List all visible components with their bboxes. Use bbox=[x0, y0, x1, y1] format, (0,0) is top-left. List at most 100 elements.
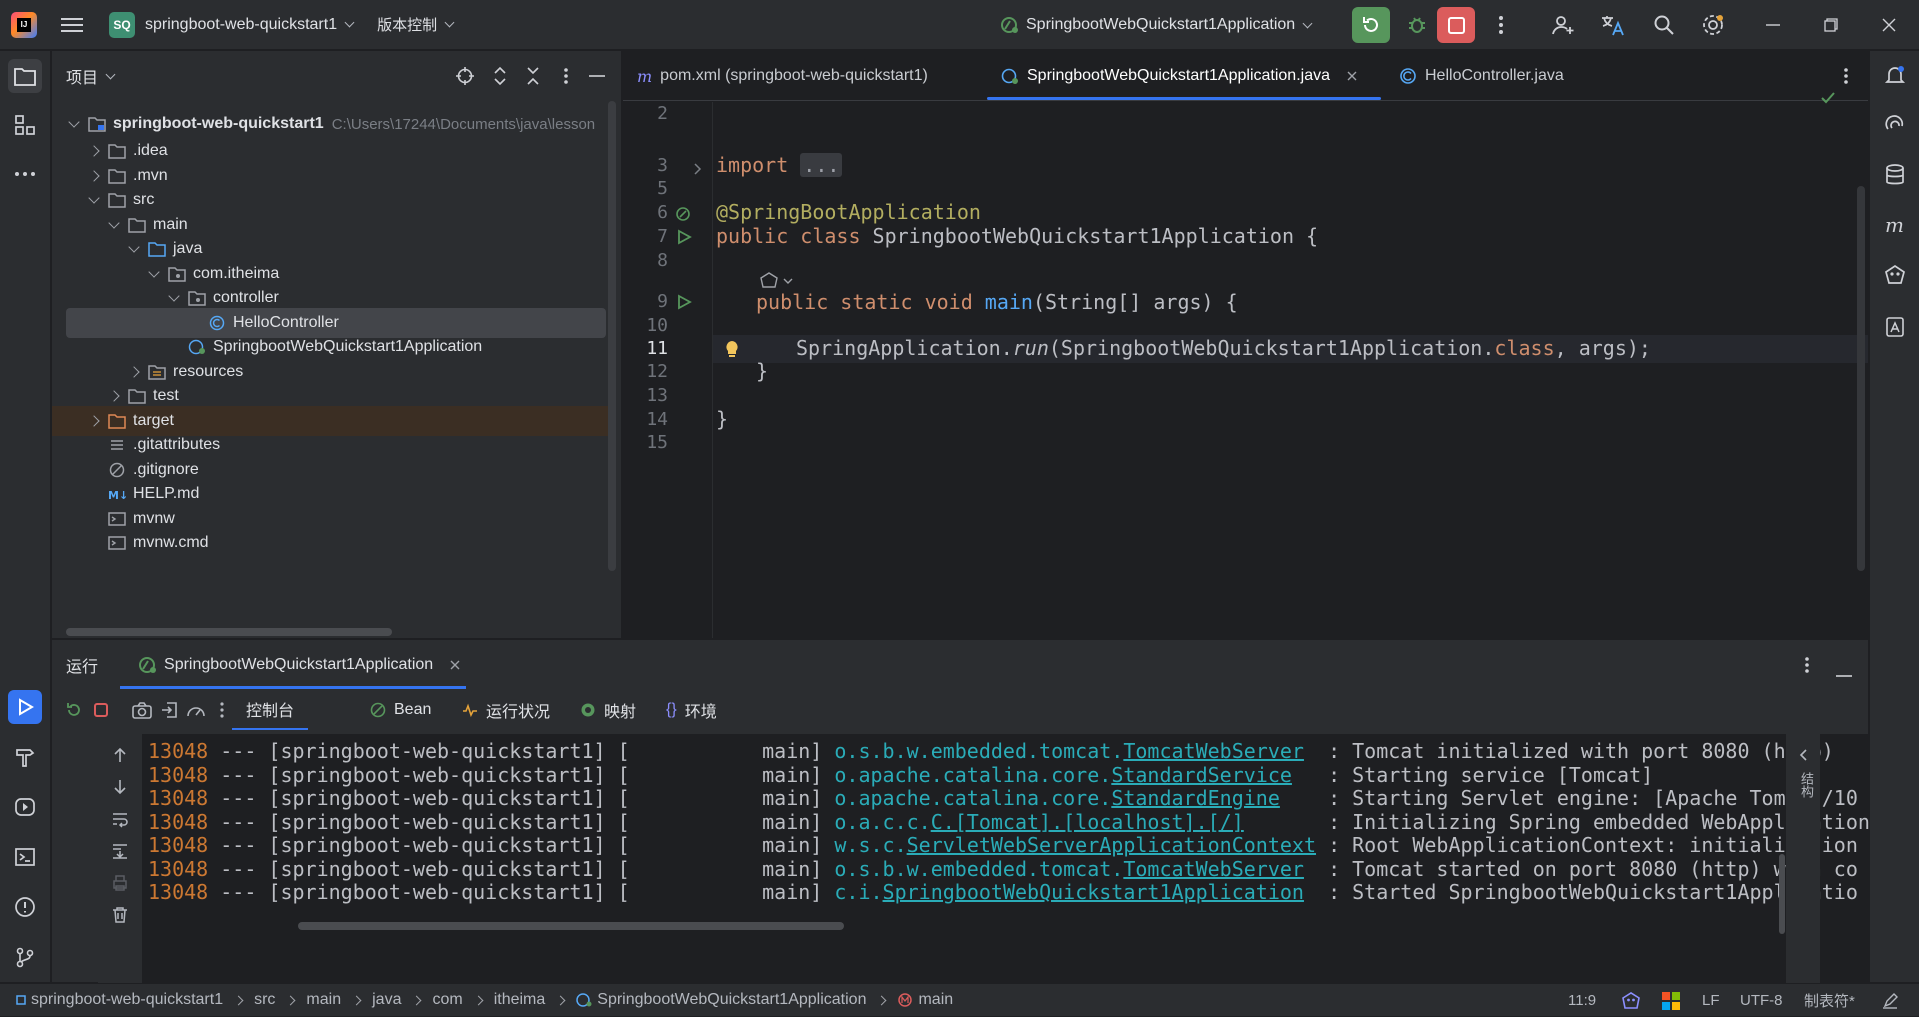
add-user-icon[interactable] bbox=[1550, 12, 1576, 38]
breadcrumb-item[interactable]: springboot-web-quickstart1 bbox=[16, 991, 223, 1009]
spring-bean-icon[interactable] bbox=[675, 206, 691, 222]
up-arrow-icon[interactable] bbox=[111, 746, 129, 764]
breadcrumb-item[interactable]: SpringbootWebQuickstart1Application bbox=[576, 991, 866, 1009]
print-icon[interactable] bbox=[111, 874, 129, 892]
down-arrow-icon[interactable] bbox=[111, 778, 129, 796]
close-tab-icon[interactable] bbox=[1346, 70, 1358, 82]
run-gutter-icon[interactable] bbox=[676, 229, 692, 245]
no-problems-check-icon[interactable] bbox=[1820, 91, 1836, 105]
tab-beans[interactable]: Bean bbox=[370, 690, 431, 730]
expand-all-icon[interactable] bbox=[489, 65, 511, 87]
run-gutter-icon[interactable] bbox=[676, 294, 692, 310]
close-tab-icon[interactable] bbox=[449, 659, 461, 671]
logger-class-link[interactable]: TomcatWebServer bbox=[1123, 857, 1304, 881]
structure-tool-button[interactable] bbox=[8, 108, 42, 142]
terminal-tool-button[interactable] bbox=[8, 840, 42, 874]
readonly-toggle-icon[interactable] bbox=[1882, 984, 1898, 1017]
minimize-icon[interactable] bbox=[1760, 12, 1786, 38]
options-icon[interactable] bbox=[555, 65, 577, 87]
breadcrumb-item[interactable]: src bbox=[254, 991, 275, 1009]
copilot-status-icon[interactable] bbox=[1621, 984, 1641, 1017]
logger-class-link[interactable]: ServletWebServerApplicationContext bbox=[907, 833, 1316, 857]
stop-button[interactable] bbox=[1437, 7, 1475, 43]
chevron-down-icon[interactable] bbox=[105, 69, 116, 79]
tree-root[interactable]: springboot-web-quickstart1 C:\Users\1724… bbox=[52, 109, 608, 139]
rerun-icon[interactable] bbox=[64, 700, 84, 720]
breadcrumb-item[interactable]: com bbox=[432, 991, 462, 1009]
tab-mappings[interactable]: 映射 bbox=[580, 690, 636, 730]
hide-panel-icon[interactable] bbox=[1836, 664, 1852, 682]
console-vertical-scrollbar[interactable] bbox=[1779, 854, 1785, 934]
soft-wrap-icon[interactable] bbox=[111, 810, 129, 828]
translation-panel-icon[interactable] bbox=[1879, 311, 1911, 343]
chevron-right-icon[interactable] bbox=[88, 145, 100, 157]
chevron-down-icon[interactable] bbox=[148, 265, 160, 278]
settings-icon[interactable] bbox=[1700, 12, 1726, 38]
vcs-menu[interactable]: 版本控制 bbox=[377, 14, 455, 35]
maven-icon[interactable]: m bbox=[1879, 209, 1911, 241]
project-panel-title[interactable]: 项目 bbox=[66, 64, 98, 88]
lightbulb-icon[interactable] bbox=[724, 340, 740, 358]
search-icon[interactable] bbox=[1651, 12, 1677, 38]
logger-class-link[interactable]: StandardEngine bbox=[1111, 786, 1280, 810]
chevron-right-icon[interactable] bbox=[128, 365, 140, 378]
run-tab[interactable]: SpringbootWebQuickstart1Application bbox=[138, 655, 461, 675]
tab-health[interactable]: 运行状况 bbox=[462, 690, 550, 730]
collapse-all-icon[interactable] bbox=[522, 65, 544, 87]
editor-vertical-scrollbar[interactable] bbox=[1857, 186, 1865, 571]
more-tools-button[interactable] bbox=[8, 157, 42, 191]
chevron-down-icon[interactable] bbox=[88, 192, 100, 204]
tab-application-java[interactable]: SpringbootWebQuickstart1Application.java bbox=[1001, 51, 1358, 101]
speedometer-icon[interactable] bbox=[186, 700, 206, 720]
code-area[interactable]: import ... @SpringBootApplication public… bbox=[716, 102, 1868, 638]
problems-tool-button[interactable] bbox=[8, 890, 42, 924]
stop-icon[interactable] bbox=[91, 700, 111, 720]
tab-hellocontroller-java[interactable]: HelloController.java bbox=[1399, 51, 1564, 101]
logger-class-link[interactable]: StandardService bbox=[1111, 763, 1292, 787]
scroll-to-end-icon[interactable] bbox=[111, 842, 129, 860]
run-config-selector[interactable]: SpringbootWebQuickstart1Application bbox=[1000, 0, 1313, 50]
chevron-down-icon[interactable] bbox=[128, 241, 140, 253]
notifications-icon[interactable] bbox=[1879, 59, 1911, 91]
breadcrumb-item[interactable]: java bbox=[372, 991, 401, 1009]
tree-item[interactable]: mvnw.cmd bbox=[52, 528, 608, 558]
breadcrumb-item[interactable]: main bbox=[306, 991, 341, 1009]
logger-class-link[interactable]: TomcatWebServer bbox=[1123, 739, 1304, 763]
indent-setting[interactable]: 制表符* bbox=[1804, 984, 1855, 1017]
services-tool-button[interactable] bbox=[8, 790, 42, 824]
tab-console[interactable]: 控制台 bbox=[232, 690, 309, 730]
structure-side-label[interactable]: 结构 bbox=[1796, 772, 1813, 798]
copilot-icon[interactable] bbox=[1879, 259, 1911, 291]
more-actions-icon[interactable] bbox=[1488, 12, 1514, 38]
console-output[interactable]: 13048 --- [springboot-web-quickstart1] [… bbox=[98, 734, 1870, 983]
camera-icon[interactable] bbox=[132, 700, 152, 720]
main-menu-icon[interactable] bbox=[61, 14, 83, 36]
hide-panel-icon[interactable] bbox=[586, 65, 608, 87]
debug-button[interactable] bbox=[1398, 7, 1436, 43]
line-ending[interactable]: LF bbox=[1702, 984, 1720, 1017]
breadcrumb-item[interactable]: main bbox=[897, 991, 953, 1009]
more-actions-icon[interactable] bbox=[212, 700, 232, 720]
chevron-right-icon[interactable] bbox=[88, 414, 100, 427]
project-horizontal-scrollbar[interactable] bbox=[66, 628, 392, 636]
exit-icon[interactable] bbox=[159, 700, 179, 720]
intellij-logo-icon[interactable]: IJ bbox=[11, 11, 37, 38]
console-horizontal-scrollbar[interactable] bbox=[298, 922, 844, 930]
ai-assistant-icon[interactable] bbox=[1879, 109, 1911, 141]
tab-pom-xml[interactable]: m pom.xml (springboot-web-quickstart1) bbox=[637, 51, 928, 101]
caret-position[interactable]: 11:9 bbox=[1568, 984, 1596, 1017]
file-encoding[interactable]: UTF-8 bbox=[1740, 984, 1783, 1017]
project-selector[interactable]: springboot-web-quickstart1 bbox=[135, 16, 355, 34]
locate-icon[interactable] bbox=[454, 65, 476, 87]
breadcrumb-item[interactable]: itheima bbox=[494, 991, 546, 1009]
chevron-down-icon[interactable] bbox=[168, 290, 180, 302]
rerun-button[interactable] bbox=[1352, 7, 1390, 43]
windows-logo-icon[interactable] bbox=[1662, 984, 1680, 1017]
tab-environment[interactable]: {} 环境 bbox=[666, 690, 717, 730]
close-icon[interactable] bbox=[1876, 12, 1902, 38]
run-tool-button[interactable] bbox=[8, 690, 42, 724]
chevron-right-icon[interactable] bbox=[88, 169, 100, 182]
fold-chevron-icon[interactable] bbox=[690, 161, 706, 177]
options-icon[interactable] bbox=[1804, 656, 1810, 679]
restore-icon[interactable] bbox=[1818, 12, 1844, 38]
